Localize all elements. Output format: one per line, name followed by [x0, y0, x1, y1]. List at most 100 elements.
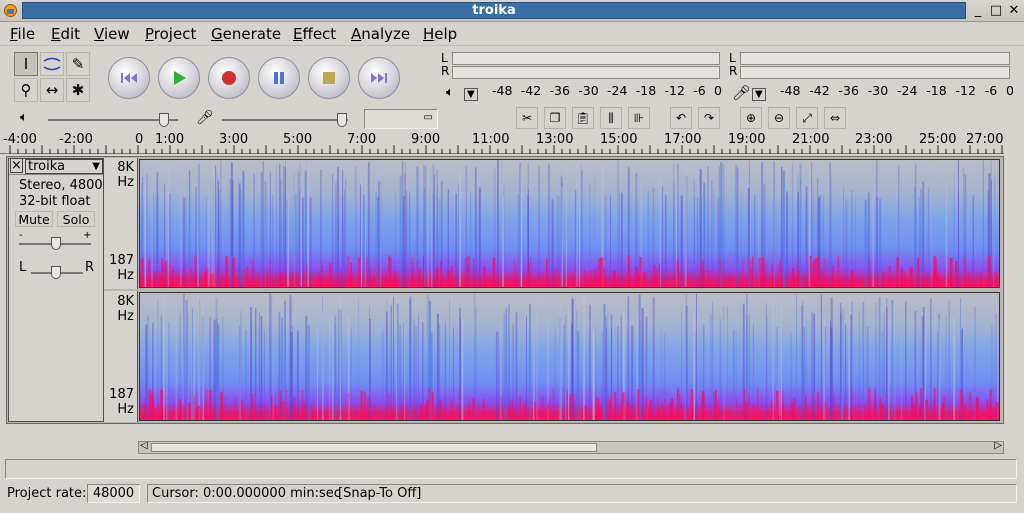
gain-slider-thumb[interactable]: [51, 237, 61, 250]
play-button[interactable]: [158, 57, 200, 99]
cursor-status-bar: Cursor: 0:00.000000 min:sec [Snap-To Off…: [147, 484, 1017, 503]
copy-icon[interactable]: ❐: [544, 107, 566, 129]
paste-icon[interactable]: 📋︎: [572, 107, 594, 129]
close-icon[interactable]: ✕: [1006, 3, 1022, 19]
output-volume-icon: 🔈︎: [20, 110, 28, 125]
menu-edit[interactable]: Edit: [51, 25, 80, 43]
meter-toolbar: L R 🔈︎ ▼ -48 -42 -36 -30 -24 -18 -12 -6 0 L R 🎤︎…: [436, 50, 1024, 108]
trim-icon[interactable]: ⫼: [600, 107, 622, 129]
project-rate-label: Project rate:: [7, 486, 87, 501]
ruler-label: 5:00: [283, 132, 313, 147]
input-volume-slider[interactable]: [222, 119, 348, 121]
multi-tool-icon[interactable]: ✱: [66, 78, 90, 102]
freq-label: 8K: [117, 294, 134, 309]
rec-meter-left-bar[interactable]: [740, 52, 1010, 65]
menu-analyze[interactable]: Analyze: [351, 25, 410, 43]
menu-project[interactable]: Project: [145, 25, 196, 43]
play-meter-scale: -48 -42 -36 -30 -24 -18 -12 -6 0: [492, 83, 722, 98]
play-meter-left-bar[interactable]: [452, 52, 720, 65]
ruler-label: 15:00: [600, 132, 638, 147]
menu-view[interactable]: View: [94, 25, 130, 43]
ruler-label: -4:00: [3, 132, 37, 147]
timeline-ruler[interactable]: -4:00 -2:00 0 1:00 3:00 5:00 7:00 9:00 1…: [0, 132, 1004, 154]
play-meter-l: L: [441, 51, 448, 65]
channel1-spectrogram[interactable]: [139, 159, 1000, 288]
mixer-toolbar: 🔈︎ 🎤︎ ▭: [12, 108, 442, 130]
pan-right-label: R: [85, 260, 95, 275]
menu-help[interactable]: Help: [423, 25, 457, 43]
menu-generate[interactable]: Generate: [211, 25, 281, 43]
rec-meter-right-bar[interactable]: [740, 66, 1010, 79]
envelope-tool-icon[interactable]: [40, 52, 64, 76]
ruler-label: 9:00: [411, 132, 441, 147]
microphone-icon[interactable]: 🎤︎: [732, 84, 751, 102]
rec-meter-r: R: [729, 64, 738, 78]
output-volume-thumb[interactable]: [159, 113, 169, 127]
select-arrow-icon: ▭: [423, 112, 433, 123]
pause-button[interactable]: [258, 57, 300, 99]
project-rate-select[interactable]: 48000: [87, 484, 140, 503]
menu-effect[interactable]: Effect: [293, 25, 336, 43]
ruler-label: 17:00: [664, 132, 702, 147]
track-name-menu[interactable]: troika ▼: [25, 159, 103, 174]
silence-icon[interactable]: ⊪: [628, 107, 650, 129]
draw-tool-icon[interactable]: ✎: [66, 52, 90, 76]
app-icon: [3, 3, 18, 18]
mute-button[interactable]: Mute: [15, 211, 53, 227]
status-message-bar: [5, 459, 1017, 479]
rec-meter-dropdown-icon[interactable]: ▼: [752, 88, 766, 101]
freq-label: Hz: [117, 175, 134, 190]
maximize-icon[interactable]: □: [988, 3, 1004, 19]
track-header: × troika ▼: [9, 158, 103, 175]
play-meter-dropdown-icon[interactable]: ▼: [464, 88, 478, 101]
minimize-icon[interactable]: _: [970, 3, 986, 19]
rec-meter-scale: -48 -42 -36 -30 -24 -18 -12 -6 0: [780, 83, 1014, 98]
undo-icon[interactable]: ↶: [670, 107, 692, 129]
ruler-label: 0: [135, 132, 144, 147]
fit-project-icon[interactable]: ⇔: [824, 107, 846, 129]
snap-status: [Snap-To Off]: [338, 486, 422, 501]
solo-button[interactable]: Solo: [57, 211, 95, 227]
cut-icon[interactable]: ✂: [516, 107, 538, 129]
scroll-right-icon[interactable]: ▷: [994, 440, 1002, 451]
spectrogram-streaks: [143, 293, 999, 420]
scrollbar-thumb[interactable]: [151, 443, 597, 452]
gain-minus-label: -: [19, 230, 23, 241]
zoom-out-icon[interactable]: ⊖: [768, 107, 790, 129]
menu-file[interactable]: File: [10, 25, 35, 43]
window-titlebar[interactable]: troika _ □ ✕: [0, 0, 1024, 22]
cursor-position: Cursor: 0:00.000000 min:sec: [152, 486, 341, 501]
scroll-left-icon[interactable]: ◁: [140, 440, 148, 451]
input-volume-thumb[interactable]: [337, 113, 347, 127]
zoom-in-icon[interactable]: ⊕: [740, 107, 762, 129]
stop-button[interactable]: [308, 57, 350, 99]
skip-start-button[interactable]: [108, 57, 150, 99]
redo-icon[interactable]: ↷: [698, 107, 720, 129]
input-volume-icon: 🎤︎: [196, 110, 214, 126]
channel2-spectrogram[interactable]: [139, 292, 1000, 421]
ruler-label: 19:00: [728, 132, 766, 147]
ruler-label: -2:00: [59, 132, 93, 147]
zoom-tool-icon[interactable]: ⚲: [14, 78, 38, 102]
channel1-frequency-scale: 8K Hz 187 Hz: [104, 158, 138, 289]
track-close-icon[interactable]: ×: [10, 158, 23, 173]
input-source-select[interactable]: ▭: [364, 109, 438, 129]
track-control-panel[interactable]: × troika ▼ Stereo, 48000Hz 32-bit float …: [8, 158, 128, 422]
speaker-icon[interactable]: 🔈︎: [446, 85, 454, 100]
timeshift-tool-icon[interactable]: ↔: [40, 78, 64, 102]
pan-slider-thumb[interactable]: [51, 266, 61, 279]
freq-label: Hz: [117, 268, 134, 283]
pan-left-label: L: [19, 260, 27, 275]
play-meter-right-bar[interactable]: [452, 66, 720, 79]
ruler-label: 13:00: [536, 132, 574, 147]
horizontal-scrollbar[interactable]: ◁ ▷: [138, 440, 1004, 454]
track-name: troika: [28, 159, 65, 174]
skip-end-button[interactable]: [358, 57, 400, 99]
track-menu-arrow-icon: ▼: [92, 161, 100, 172]
ruler-label: 1:00: [155, 132, 185, 147]
tools-toolbar: I ✎ ⚲ ↔ ✱: [12, 52, 96, 104]
selection-tool-icon[interactable]: I: [14, 52, 38, 76]
ruler-label: 11:00: [472, 132, 510, 147]
fit-selection-icon[interactable]: ⤢: [796, 107, 818, 129]
record-button[interactable]: [208, 57, 250, 99]
